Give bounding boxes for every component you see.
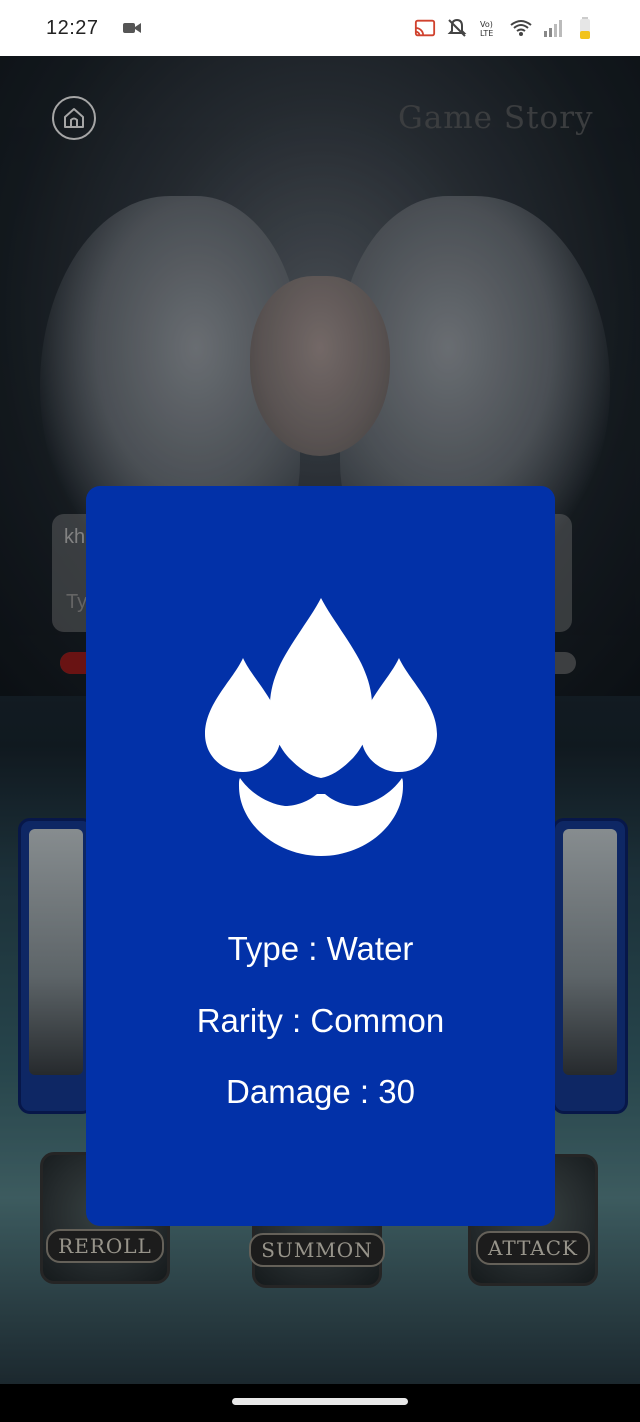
svg-text:Vo): Vo) — [480, 20, 493, 29]
navigation-bar — [0, 1384, 640, 1422]
card-rarity: Rarity : Common — [196, 1002, 445, 1039]
water-drops-icon — [205, 598, 437, 856]
status-time: 12:27 — [46, 16, 99, 39]
status-bar: 12:27 Vo) LTE — [0, 0, 640, 56]
bell-off-icon — [446, 17, 468, 39]
video-camera-icon — [121, 17, 143, 39]
cast-icon — [414, 17, 436, 39]
wifi-icon — [510, 17, 532, 39]
status-right: Vo) LTE — [414, 17, 596, 39]
battery-icon — [574, 17, 596, 39]
cellular-signal-icon — [542, 17, 564, 39]
gesture-home-pill[interactable] — [232, 1398, 408, 1405]
svg-text:LTE: LTE — [480, 29, 493, 38]
card-damage: Damage : 30 — [226, 1073, 415, 1110]
card-detail-modal: Type : Water Rarity : Common Damage : 30 — [86, 486, 555, 1226]
volte-icon: Vo) LTE — [478, 17, 500, 39]
card-type: Type : Water — [227, 930, 414, 967]
status-left: 12:27 — [46, 17, 143, 40]
